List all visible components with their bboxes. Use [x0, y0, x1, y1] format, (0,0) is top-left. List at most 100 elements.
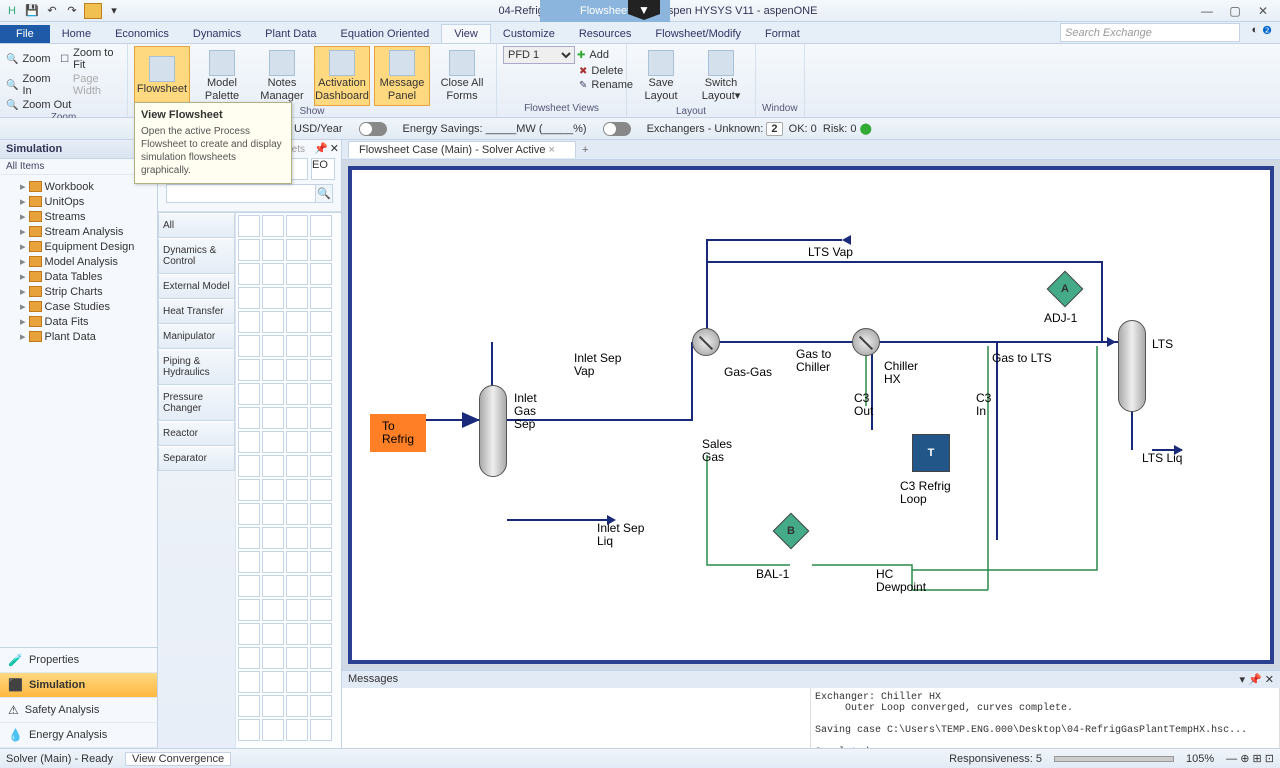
notes-manager-button[interactable]: Notes Manager [254, 46, 310, 106]
palette-item[interactable] [262, 695, 284, 717]
palette-item[interactable] [310, 455, 332, 477]
palette-item[interactable] [238, 575, 260, 597]
palette-item[interactable] [286, 599, 308, 621]
palette-item[interactable] [286, 215, 308, 237]
palette-item[interactable] [310, 431, 332, 453]
palette-item[interactable] [238, 647, 260, 669]
palette-item[interactable] [286, 671, 308, 693]
palette-category[interactable]: External Model [158, 274, 235, 299]
close-all-forms-button[interactable]: Close All Forms [434, 46, 490, 106]
palette-item[interactable] [310, 695, 332, 717]
palette-categories[interactable]: AllDynamics & ControlExternal ModelHeat … [158, 213, 236, 748]
palette-item[interactable] [238, 479, 260, 501]
nav-item[interactable]: ▸Data Tables [2, 269, 155, 284]
nav-item[interactable]: ▸Data Fits [2, 314, 155, 329]
palette-item[interactable] [262, 431, 284, 453]
zoom-out-button[interactable]: 🔍 Zoom Out [6, 98, 71, 112]
palette-item[interactable] [310, 239, 332, 261]
palette-category[interactable]: Pressure Changer [158, 385, 235, 421]
tab-flowsheet-modify[interactable]: Flowsheet/Modify [643, 25, 753, 43]
tab-view[interactable]: View [441, 24, 491, 43]
palette-item[interactable] [310, 311, 332, 333]
pfd-select[interactable]: PFD 1 [503, 46, 575, 64]
palette-item[interactable] [310, 407, 332, 429]
op-gas-gas[interactable] [692, 328, 720, 356]
palette-item[interactable] [286, 239, 308, 261]
palette-item[interactable] [286, 311, 308, 333]
palette-category[interactable]: Reactor [158, 421, 235, 446]
close-icon[interactable]: ✕ [1250, 2, 1276, 20]
palette-item[interactable] [286, 647, 308, 669]
palette-item[interactable] [262, 215, 284, 237]
palette-item[interactable] [310, 383, 332, 405]
palette-item[interactable] [238, 671, 260, 693]
palette-item[interactable] [310, 599, 332, 621]
palette-item[interactable] [262, 551, 284, 573]
palette-item[interactable] [262, 647, 284, 669]
palette-close-icon[interactable]: ✕ [330, 142, 339, 155]
palette-item[interactable] [262, 407, 284, 429]
nav-item[interactable]: ▸Plant Data [2, 329, 155, 344]
env-energy[interactable]: 💧 Energy Analysis [0, 723, 157, 748]
palette-item[interactable] [262, 719, 284, 741]
palette-tool2[interactable]: EO [311, 158, 335, 180]
palette-item[interactable] [286, 431, 308, 453]
rename-pfd-button[interactable]: ✎ Rename [503, 78, 633, 92]
palette-item[interactable] [262, 263, 284, 285]
palette-item[interactable] [286, 359, 308, 381]
palette-search-button[interactable]: 🔍 [316, 184, 333, 203]
nav-item[interactable]: ▸Equipment Design [2, 239, 155, 254]
nav-item[interactable]: ▸Stream Analysis [2, 224, 155, 239]
env-simulation[interactable]: ⬛ Simulation [0, 673, 157, 698]
pin-icon[interactable]: 📌 [314, 142, 328, 155]
tab-economics[interactable]: Economics [103, 25, 181, 43]
economics-toggle[interactable] [359, 122, 387, 136]
palette-item[interactable] [286, 335, 308, 357]
delete-pfd-button[interactable]: ✖ Delete [503, 64, 623, 78]
help-icons[interactable]: ◐❷ [1251, 24, 1272, 37]
palette-item[interactable] [286, 575, 308, 597]
palette-category[interactable]: Heat Transfer [158, 299, 235, 324]
tab-eo[interactable]: Equation Oriented [329, 25, 442, 43]
palette-item[interactable] [238, 287, 260, 309]
palette-item[interactable] [310, 263, 332, 285]
qat-more-icon[interactable]: ▾ [106, 3, 122, 19]
op-inlet-gas-sep[interactable] [479, 385, 507, 477]
flowsheet-tab[interactable]: Flowsheet Case (Main) - Solver Active × [348, 141, 576, 158]
palette-category[interactable]: Separator [158, 446, 235, 471]
palette-item[interactable] [310, 647, 332, 669]
palette-item[interactable] [286, 695, 308, 717]
tab-customize[interactable]: Customize [491, 25, 567, 43]
env-properties[interactable]: 🧪 Properties [0, 648, 157, 673]
palette-item[interactable] [262, 359, 284, 381]
palette-item[interactable] [262, 575, 284, 597]
palette-item[interactable] [286, 263, 308, 285]
model-palette-button[interactable]: Model Palette [194, 46, 250, 106]
palette-category[interactable]: Dynamics & Control [158, 238, 235, 274]
palette-item[interactable] [238, 359, 260, 381]
palette-item[interactable] [238, 695, 260, 717]
palette-item[interactable] [238, 383, 260, 405]
maximize-icon[interactable]: ▢ [1222, 2, 1248, 20]
palette-category[interactable]: Manipulator [158, 324, 235, 349]
palette-category[interactable]: All [158, 213, 235, 238]
messages-controls[interactable]: ▾ 📌 ✕ [1239, 673, 1274, 686]
zoom-slider[interactable]: — ⊕ ⊞ ⊡ [1226, 752, 1274, 765]
activation-dashboard-button[interactable]: Activation Dashboard [314, 46, 370, 106]
palette-item[interactable] [238, 263, 260, 285]
palette-item[interactable] [238, 431, 260, 453]
tab-file[interactable]: File [0, 25, 50, 43]
folder-icon[interactable] [84, 3, 102, 19]
op-chiller-hx[interactable] [852, 328, 880, 356]
palette-item[interactable] [262, 503, 284, 525]
undo-icon[interactable]: ↶ [44, 3, 60, 19]
palette-item[interactable] [238, 239, 260, 261]
palette-item[interactable] [262, 599, 284, 621]
palette-item[interactable] [262, 479, 284, 501]
palette-item[interactable] [310, 479, 332, 501]
op-lts[interactable] [1118, 320, 1146, 412]
palette-item[interactable] [310, 287, 332, 309]
palette-item[interactable] [262, 239, 284, 261]
switch-layout-button[interactable]: Switch Layout▾ [693, 46, 749, 106]
palette-item[interactable] [262, 383, 284, 405]
